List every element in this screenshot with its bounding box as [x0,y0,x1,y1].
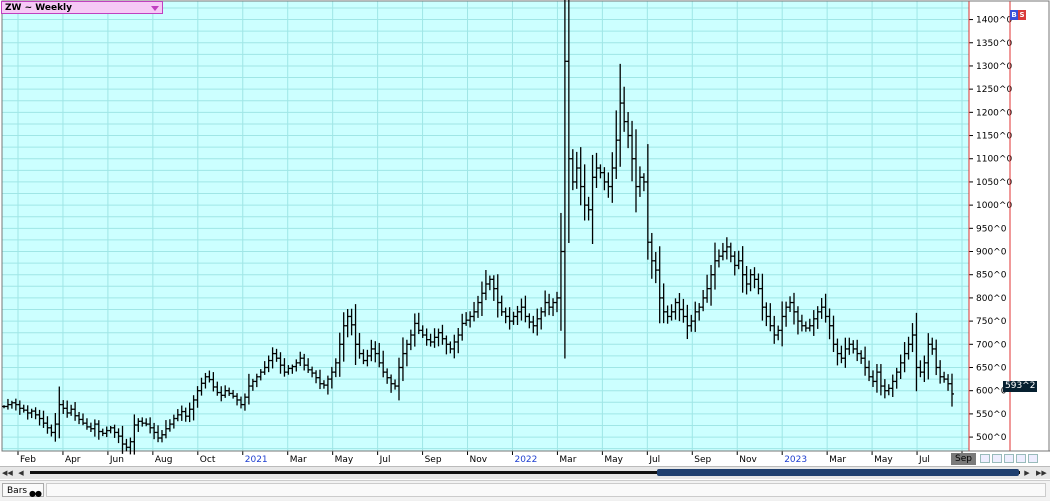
x-month-label: Nov [739,455,757,465]
x-month-label: Feb [20,455,36,465]
y-tick-label: 1050^0 [976,178,1012,188]
x-month-label: Oct [200,455,216,465]
chart-tool-buttons [980,454,1038,463]
horizontal-scrollbar[interactable]: ◀◀ ◀ ▶ ▶▶ [0,466,1050,479]
x-month-label: Jun [109,455,124,465]
tool-line-icon[interactable] [980,454,990,463]
x-month-label: Aug [155,455,173,465]
x-month-label: Sep [694,455,711,465]
bars-tab[interactable]: Bars ●● [2,483,44,498]
scroll-right-icon[interactable]: ▶ [1022,469,1032,477]
price-chart[interactable]: 1400^0 1350^0 1300^0 1250^0 1200^0 1150^0 1100… [0,0,1050,466]
sell-icon[interactable]: S [1018,10,1026,20]
y-tick-label: 750^0 [976,317,1007,327]
y-tick-label: 850^0 [976,271,1007,281]
buy-icon[interactable]: B [1010,10,1018,20]
x-month-label: Nov [470,455,488,465]
y-tick-label: 1350^0 [976,39,1012,49]
chart-window: 1400^0 1350^0 1300^0 1250^0 1200^0 1150^0 1100… [0,0,1050,500]
y-tick-label: 550^0 [976,410,1007,420]
x-month-label: Jul [379,455,391,465]
x-month-label: May [335,455,354,465]
symbol-dropdown[interactable]: ZW ~ Weekly [1,1,163,14]
y-tick-label: 1300^0 [976,62,1012,72]
y-tick-label: 800^0 [976,294,1007,304]
buy-sell-icon[interactable]: B S [1010,10,1026,20]
x-month-label: Mar [829,455,846,465]
y-tick-label: 900^0 [976,248,1007,258]
x-year-label: 2022 [514,455,537,465]
y-tick-label: 650^0 [976,363,1007,373]
y-tick-label: 700^0 [976,340,1007,350]
x-month-label: Jul [918,455,930,465]
status-field [46,483,1046,497]
tool-arc-icon[interactable] [992,454,1002,463]
scroll-last-icon[interactable]: ▶▶ [1036,469,1047,477]
x-month-label: May [604,455,623,465]
tool-fit-icon[interactable] [1028,454,1038,463]
x-month-label: Mar [290,455,307,465]
tool-hline-icon[interactable] [1004,454,1014,463]
last-price-label: 593^2 [1003,381,1038,392]
x-month-label: Apr [65,455,81,465]
x-year-label: 2023 [784,455,807,465]
scroll-thumb[interactable] [657,469,1019,476]
tool-zoom-icon[interactable] [1016,454,1026,463]
y-tick-label: 1200^0 [976,108,1012,118]
scroll-first-icon[interactable]: ◀◀ [2,469,13,477]
scroll-left-icon[interactable]: ◀ [16,469,26,477]
y-tick-label: 1250^0 [976,85,1012,95]
y-tick-label: 1400^0 [976,16,1012,26]
plot-area [2,1,969,451]
x-month-label: Mar [559,455,576,465]
x-month-label: May [874,455,893,465]
symbol-title: ZW ~ Weekly [5,3,73,13]
bars-tab-label: Bars [7,486,28,496]
x-year-label: 2021 [245,455,268,465]
y-tick-label: 1100^0 [976,155,1012,165]
y-tick-label: 500^0 [976,433,1007,443]
current-month-label: Sep [951,453,976,465]
x-month-label: Sep [425,455,442,465]
x-month-label: Jul [648,455,660,465]
bottom-panel: Bars ●● [0,480,1050,500]
triangle-down-icon[interactable] [151,6,159,11]
y-tick-label: 1000^0 [976,201,1012,211]
y-tick-label: 1150^0 [976,132,1012,142]
y-tick-label: 950^0 [976,224,1007,234]
